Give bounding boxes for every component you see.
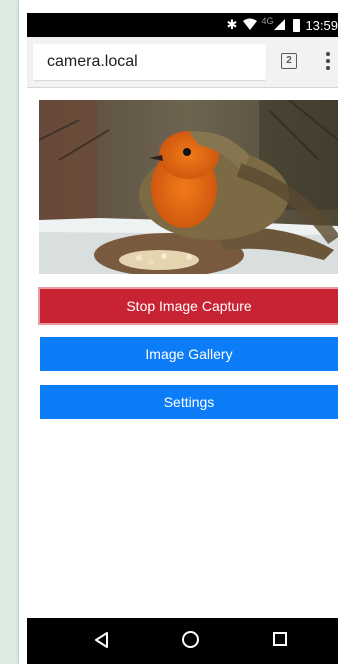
camera-image: [39, 100, 338, 274]
wifi-icon: [243, 18, 258, 33]
tab-switcher-button[interactable]: 2: [281, 53, 297, 69]
phone-screen: ✱ 4G 13:59 camera.local 2 Stop Image Cap…: [19, 0, 338, 664]
home-icon[interactable]: [182, 631, 199, 648]
url-bar[interactable]: camera.local: [33, 44, 266, 80]
status-bar: ✱ 4G 13:59: [27, 13, 338, 37]
more-vert-icon[interactable]: [325, 49, 331, 73]
bluetooth-icon: ✱: [226, 17, 238, 32]
settings-button[interactable]: Settings: [40, 385, 338, 419]
browser-toolbar: camera.local 2: [27, 37, 338, 88]
status-icons: ✱ 4G 13:59: [227, 13, 338, 37]
page-content: Stop Image Capture Image Gallery Setting…: [27, 88, 338, 618]
battery-icon: [293, 18, 301, 32]
stop-image-capture-button[interactable]: Stop Image Capture: [40, 289, 338, 323]
image-gallery-button[interactable]: Image Gallery: [40, 337, 338, 371]
android-nav-bar: [27, 618, 338, 664]
recents-icon[interactable]: [273, 632, 287, 646]
robin-photo: [39, 100, 338, 274]
status-time: 13:59: [305, 17, 338, 33]
signal-icon: [274, 18, 286, 33]
network-type: 4G: [261, 16, 274, 26]
back-icon[interactable]: [93, 631, 111, 649]
url-text: camera.local: [47, 53, 138, 70]
